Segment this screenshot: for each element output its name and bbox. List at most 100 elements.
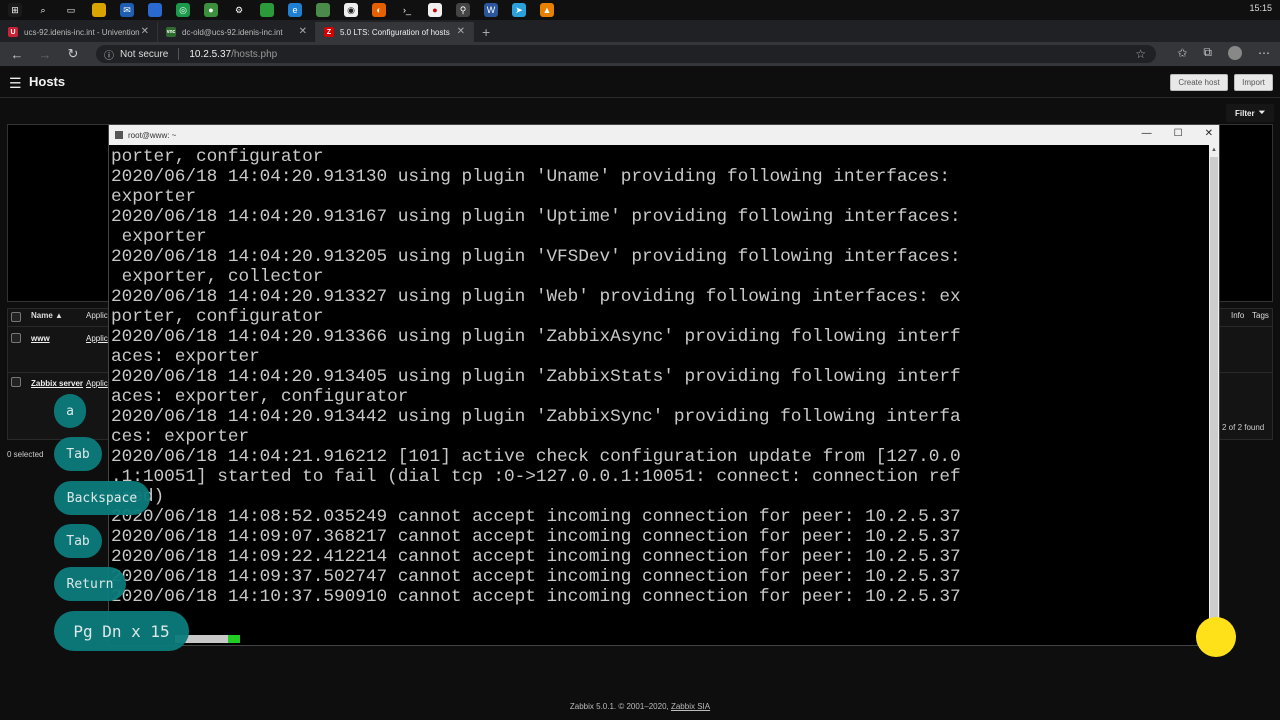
new-tab-button[interactable]: + [482, 22, 490, 42]
browser-tab[interactable]: U ucs-92.idenis-inc.int - Univention ✕ [0, 22, 158, 42]
terminal-line: porter, configurator [111, 307, 324, 327]
edge-icon[interactable]: e [288, 3, 302, 17]
keystroke-badge: Pg Dn x 15 [54, 611, 189, 651]
click-indicator [1196, 617, 1236, 657]
terminal-line: porter, configurator [111, 147, 324, 167]
app-icon[interactable] [260, 3, 274, 17]
terminal-icon[interactable]: ›_ [400, 3, 414, 17]
scroll-up-icon[interactable]: ▲ [1209, 145, 1219, 155]
search-icon[interactable]: ⌕ [36, 3, 50, 17]
filter-icon: ⏷ [1258, 108, 1265, 117]
terminal-line: used) [111, 487, 1209, 507]
terminal-line: exporter, collector [111, 267, 324, 287]
browser-tab-active[interactable]: Z 5.0 LTS: Configuration of hosts ✕ [316, 22, 474, 42]
text-cursor [227, 635, 240, 643]
hamburger-menu-icon[interactable]: ☰ [9, 75, 22, 92]
scroll-thumb[interactable] [1210, 157, 1218, 627]
browser-tab[interactable]: vnc dc-old@ucs-92.idenis-inc.int ✕ [158, 22, 316, 42]
mail-icon[interactable]: ✉ [120, 3, 134, 17]
url-host: 10.2.5.37 [189, 48, 232, 60]
keystroke-badge: Return [54, 567, 126, 601]
filter-label: Filter [1235, 108, 1255, 118]
vlc-icon[interactable]: ▲ [540, 3, 554, 17]
host-name-link[interactable]: www [31, 334, 50, 343]
row-checkbox[interactable] [11, 377, 21, 387]
terminal-line: exporter [111, 187, 196, 207]
terminal-line: 2020/06/18 14:09:07.368217 cannot accept… [111, 527, 961, 547]
terminal-scrollbar[interactable]: ▲ ▼ [1209, 145, 1219, 645]
terminal-line: aces: exporter, configurator [111, 387, 409, 407]
chrome-icon[interactable]: ● [204, 3, 218, 17]
security-label: Not secure [120, 48, 169, 60]
host-name-link[interactable]: Zabbix server [31, 379, 83, 388]
putty-icon[interactable]: ⚲ [456, 3, 470, 17]
applications-link[interactable]: Applic [86, 334, 108, 343]
tab-title: ucs-92.idenis-inc.int - Univention [24, 27, 140, 37]
url-field[interactable]: ⓘ Not secure 10.2.5.37 /hosts.php ☆ [96, 45, 1156, 63]
terminal-output[interactable]: porter, configurator 2020/06/18 14:04:20… [110, 145, 1209, 645]
notepad-icon[interactable] [316, 3, 330, 17]
create-host-button[interactable]: Create host [1170, 74, 1228, 91]
forward-icon[interactable]: → [34, 47, 56, 62]
terminal-line: ces: exporter [111, 427, 250, 447]
vnc-icon: vnc [166, 27, 176, 37]
back-icon[interactable]: ← [6, 47, 28, 62]
favorites-icon[interactable]: ✩ [1177, 46, 1187, 60]
collections-icon[interactable]: ⧉ [1203, 45, 1212, 60]
terminal-line: 2020/06/18 14:04:20.913130 using plugin … [111, 167, 951, 187]
footer-link[interactable]: Zabbix SIA [671, 702, 710, 711]
avatar[interactable] [1228, 45, 1242, 60]
divider [178, 48, 180, 60]
terminal-line: 2020/06/18 14:08:52.035249 cannot accept… [111, 507, 961, 527]
keystroke-badge: Tab [54, 524, 102, 558]
terminal-title: root@www: ~ [128, 130, 177, 140]
terminal-line: .1:10051] started to fail (dial tcp :0->… [111, 467, 961, 487]
zabbix-icon: Z [324, 27, 334, 37]
info-icon[interactable]: ⓘ [104, 47, 114, 62]
putty-icon [115, 131, 123, 139]
telegram-icon[interactable]: ➤ [512, 3, 526, 17]
chat-icon[interactable]: ● [428, 3, 442, 17]
terminal-line: 2020/06/18 14:10:37.590910 cannot accept… [111, 587, 961, 607]
terminal-line: aces: exporter [111, 347, 260, 367]
maximize-icon[interactable]: ☐ [1174, 128, 1183, 139]
app-icon[interactable]: ◉ [344, 3, 358, 17]
row-checkbox[interactable] [11, 333, 21, 343]
task-view-icon[interactable]: ▭ [64, 3, 78, 17]
select-all-checkbox[interactable] [11, 312, 21, 322]
terminal-line: 2020/06/18 14:04:20.913327 using plugin … [111, 287, 961, 307]
browser-toolbar: ✩ ⧉ ⋯ [1177, 45, 1270, 60]
filter-tab[interactable]: Filter ⏷ [1226, 104, 1274, 122]
column-tags-header: Tags [1252, 311, 1269, 320]
column-name-header[interactable]: Name ▲ [31, 311, 63, 320]
terminal-line: 2020/06/18 14:04:20.913205 using plugin … [111, 247, 961, 267]
page-title: Hosts [29, 74, 66, 89]
page-footer: Zabbix 5.0.1. © 2001–2020, Zabbix SIA [0, 702, 1280, 711]
terminal-line: 2020/06/18 14:04:20.913442 using plugin … [111, 407, 961, 427]
windows-start-icon[interactable]: ⊞ [8, 3, 22, 17]
reload-icon[interactable]: ↻ [62, 46, 84, 62]
clock[interactable]: 15:15 [1249, 3, 1272, 13]
terminal-window[interactable]: root@www: ~ — ☐ ✕ porter, configurator 2… [108, 124, 1220, 646]
close-icon[interactable]: ✕ [1205, 128, 1213, 139]
import-button[interactable]: Import [1234, 74, 1273, 91]
close-icon[interactable]: ✕ [299, 26, 307, 37]
firefox-icon[interactable]: ◐ [372, 3, 386, 17]
close-icon[interactable]: ✕ [141, 26, 149, 37]
applications-link[interactable]: Applic [86, 379, 108, 388]
app-icon[interactable]: ◎ [176, 3, 190, 17]
terminal-line: 2020/06/18 14:04:20.913167 using plugin … [111, 207, 961, 227]
keystroke-badge: Backspace [54, 481, 150, 515]
tab-title: 5.0 LTS: Configuration of hosts [340, 27, 450, 37]
more-icon[interactable]: ⋯ [1258, 46, 1270, 60]
word-icon[interactable]: W [484, 3, 498, 17]
column-info-header: Info [1231, 311, 1245, 320]
photos-icon[interactable] [148, 3, 162, 17]
bookmark-star-icon[interactable]: ☆ [1135, 47, 1146, 61]
settings-icon[interactable]: ⚙ [232, 3, 246, 17]
minimize-icon[interactable]: — [1142, 128, 1152, 139]
terminal-titlebar[interactable]: root@www: ~ — ☐ ✕ [109, 125, 1219, 145]
taskbar: ⊞ ⌕ ▭ ✉ ◎ ● ⚙ e ◉ ◐ ›_ ● ⚲ W ➤ ▲ 15:15 [0, 0, 1280, 20]
file-explorer-icon[interactable] [92, 3, 106, 17]
close-icon[interactable]: ✕ [457, 26, 465, 37]
